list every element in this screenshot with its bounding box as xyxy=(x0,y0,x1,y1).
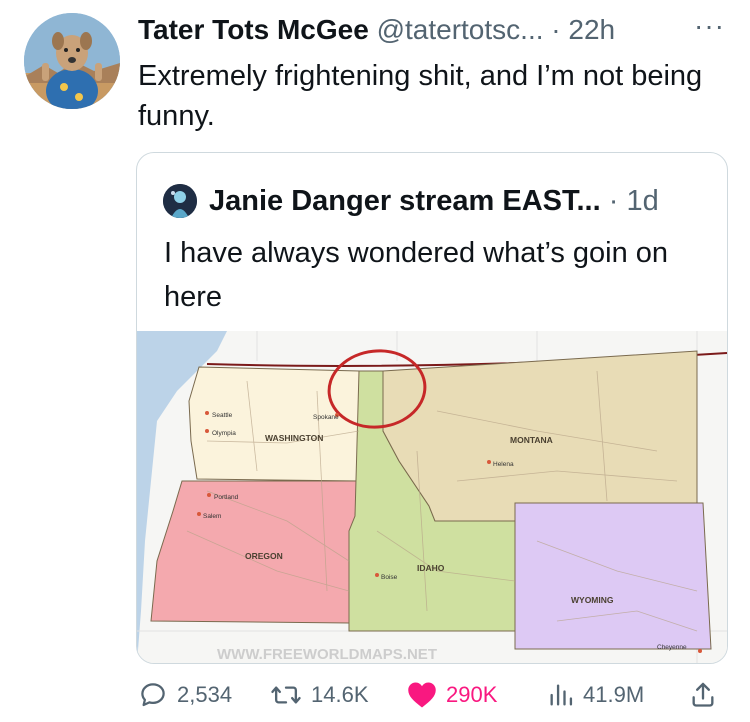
quoted-tweet[interactable]: Janie Danger stream EAST... · 1d I have … xyxy=(136,152,728,664)
quoted-header: Janie Danger stream EAST... · 1d xyxy=(209,181,659,221)
wyoming-shape xyxy=(514,502,712,650)
author-avatar[interactable] xyxy=(24,13,120,109)
retweet-icon xyxy=(271,686,301,704)
tweet-text: Extremely frightening shit, and I’m not … xyxy=(138,60,703,132)
share-icon xyxy=(692,682,714,707)
tweet-header: Tater Tots McGee @tatertotsc... · 22h xyxy=(138,12,615,48)
tweet-time[interactable]: 22h xyxy=(568,14,615,45)
label-boise: Boise xyxy=(381,574,398,581)
map-image[interactable]: WASHINGTON OREGON IDAHO MONTANA WYOMING … xyxy=(137,331,727,663)
label-oregon: OREGON xyxy=(245,551,283,561)
label-olympia: Olympia xyxy=(212,430,236,437)
views-button[interactable]: 41.9M xyxy=(548,675,644,715)
label-idaho: IDAHO xyxy=(417,563,445,573)
reply-button[interactable]: 2,534 xyxy=(138,675,232,715)
label-cheyenne: Cheyenne xyxy=(657,644,687,651)
like-button[interactable]: 290K xyxy=(407,675,497,715)
quoted-author-name[interactable]: Janie Danger stream EAST... xyxy=(209,185,601,217)
action-bar: 2,534 14.6K 290K 41.9M xyxy=(0,675,750,715)
label-montana: MONTANA xyxy=(510,435,553,445)
heart-icon xyxy=(408,682,436,708)
share-button[interactable] xyxy=(690,675,725,715)
label-washington: WASHINGTON xyxy=(265,433,323,443)
quoted-text: I have always wondered what’s goin on he… xyxy=(164,237,669,313)
quoted-author-avatar[interactable] xyxy=(163,184,197,218)
quoted-time[interactable]: 1d xyxy=(626,185,658,217)
author-handle[interactable]: @tatertotsc... xyxy=(377,14,544,45)
retweet-button[interactable]: 14.6K xyxy=(270,675,369,715)
author-name[interactable]: Tater Tots McGee xyxy=(138,14,369,45)
like-count: 290K xyxy=(446,682,498,707)
label-salem: Salem xyxy=(203,513,221,520)
label-spokane: Spokane xyxy=(313,414,339,421)
label-seattle: Seattle xyxy=(212,412,233,419)
label-portland: Portland xyxy=(214,494,239,501)
label-wyoming: WYOMING xyxy=(571,595,614,605)
views-count: 41.9M xyxy=(583,682,645,707)
retweet-count: 14.6K xyxy=(311,682,369,707)
quoted-separator: · xyxy=(608,185,619,217)
map-watermark: WWW.FREEWORLDMAPS.NET xyxy=(217,646,437,663)
label-helena: Helena xyxy=(493,461,514,468)
views-icon xyxy=(550,684,573,706)
washington-shape xyxy=(188,366,360,482)
separator: · xyxy=(551,14,561,45)
reply-icon xyxy=(141,683,165,707)
reply-count: 2,534 xyxy=(177,682,233,707)
more-options-icon[interactable]: ··· xyxy=(694,10,725,42)
